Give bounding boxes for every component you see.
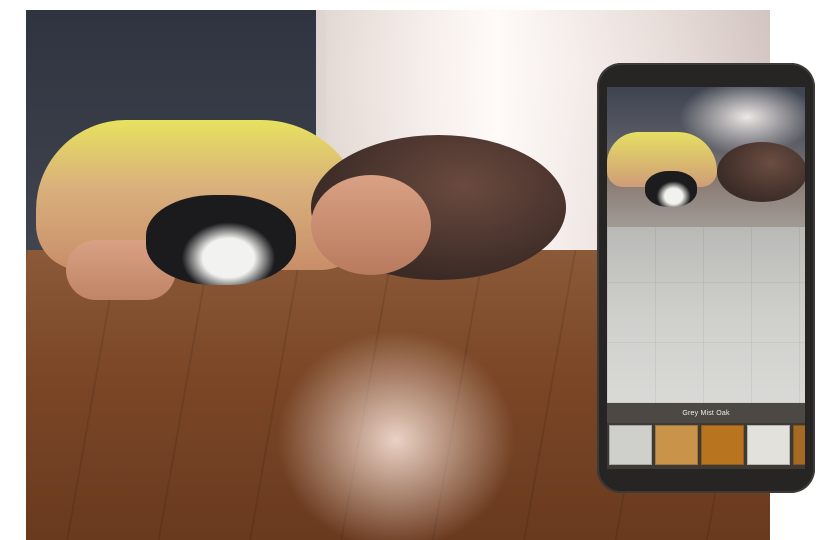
- swatch-dark-amber-oak[interactable]: [793, 425, 805, 465]
- girl-face: [311, 175, 431, 275]
- floor-preview: [607, 227, 805, 403]
- swatch-honey-oak[interactable]: [655, 425, 698, 465]
- swatch-amber-oak[interactable]: [701, 425, 744, 465]
- light-flare: [276, 330, 516, 540]
- screen-room-photo: [607, 87, 805, 227]
- swatch-white-oak[interactable]: [747, 425, 790, 465]
- phone-mockup: Grey Mist Oak: [597, 63, 815, 493]
- screen-girl-head: [717, 142, 805, 202]
- puppy: [146, 195, 296, 285]
- floor-swatch-picker: [607, 423, 805, 469]
- product-name: Grey Mist Oak: [682, 409, 730, 417]
- screen-puppy: [645, 171, 697, 207]
- phone-screen: Grey Mist Oak: [607, 87, 805, 469]
- swatch-grey-oak[interactable]: [609, 425, 652, 465]
- product-name-bar: Grey Mist Oak: [607, 403, 805, 423]
